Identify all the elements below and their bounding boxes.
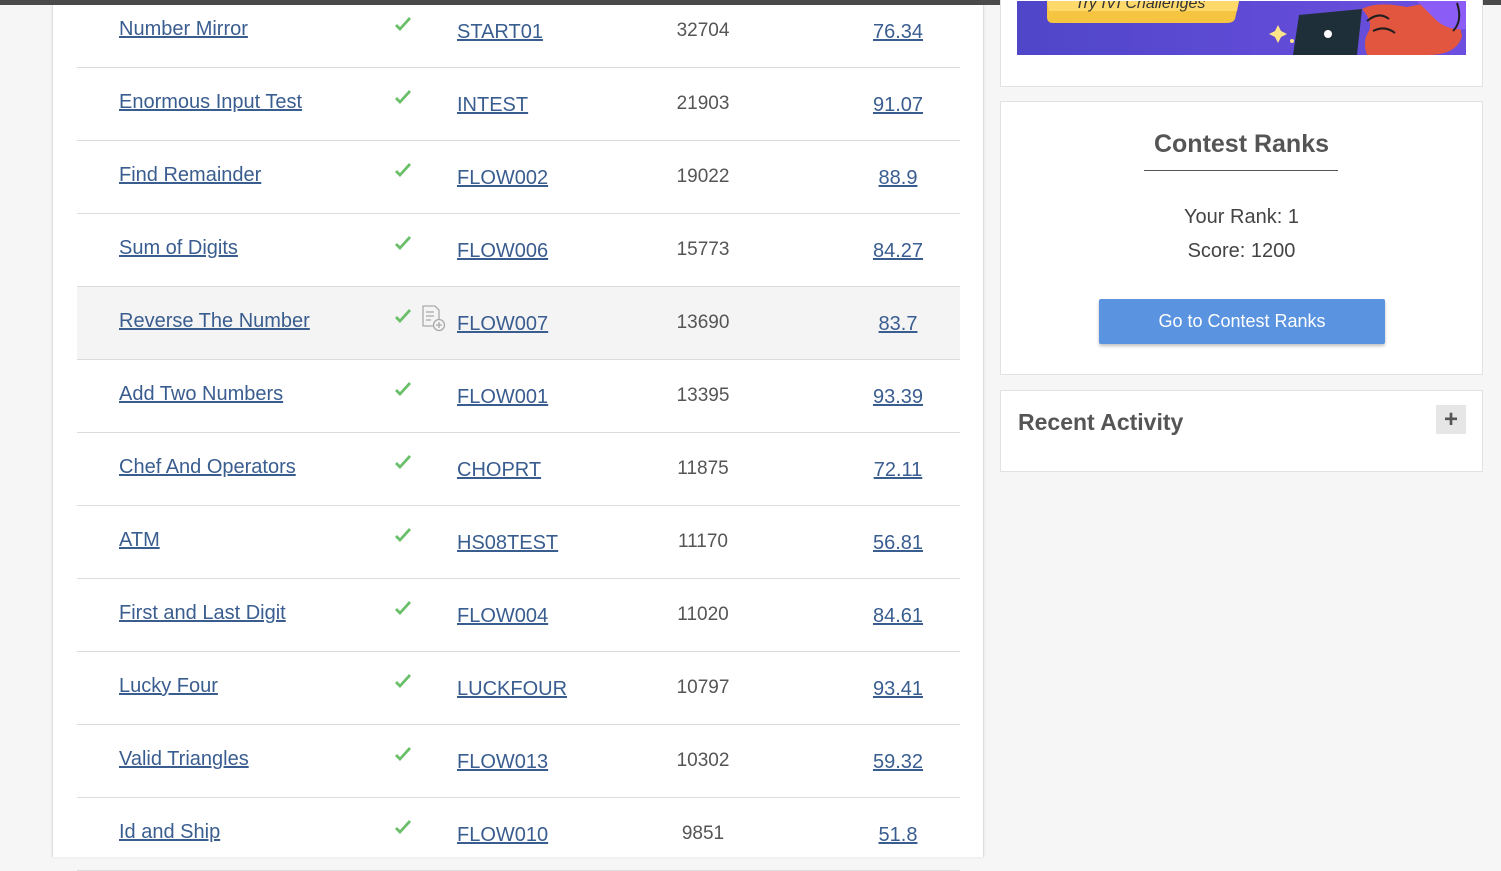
table-row: First and Last Digit FLOW004 11020 84.61 <box>77 579 960 652</box>
table-row: Reverse The Number FLOW007 13690 83.7 <box>77 287 960 360</box>
problem-code-link[interactable]: FLOW001 <box>457 386 548 409</box>
table-row: Enormous Input Test INTEST 21903 91.07 <box>77 68 960 141</box>
problem-code-link[interactable]: HS08TEST <box>457 532 558 555</box>
accuracy-link[interactable]: 51.8 <box>848 824 948 847</box>
go-to-contest-ranks-button[interactable]: Go to Contest Ranks <box>1099 299 1385 344</box>
problem-code-link[interactable]: FLOW002 <box>457 167 548 190</box>
accuracy-link[interactable]: 93.39 <box>848 386 948 409</box>
problem-code-link[interactable]: FLOW007 <box>457 313 548 336</box>
solved-check-icon <box>395 17 411 31</box>
table-row: Valid Triangles FLOW013 10302 59.32 <box>77 725 960 798</box>
problem-name-link[interactable]: Lucky Four <box>119 675 218 698</box>
promo-banner-card: Try IVI Challenges <box>1000 0 1483 87</box>
recent-activity-card: Recent Activity + <box>1000 390 1483 472</box>
your-rank: Your Rank: 1 <box>1184 206 1299 228</box>
problem-code-link[interactable]: START01 <box>457 21 543 44</box>
table-row: ATM HS08TEST 11170 56.81 <box>77 506 960 579</box>
accuracy-link[interactable]: 76.34 <box>848 21 948 44</box>
submissions-count: 11170 <box>677 531 728 552</box>
promo-banner-image: Try IVI Challenges <box>1017 1 1466 55</box>
accuracy-link[interactable]: 83.7 <box>848 313 948 336</box>
problem-table: Number Mirror START01 32704 76.34 Enormous I… <box>77 0 960 871</box>
table-row: Chef And Operators CHOPRT 11875 72.11 <box>77 433 960 506</box>
problem-name-link[interactable]: Enormous Input Test <box>119 91 302 114</box>
problem-name-link[interactable]: Number Mirror <box>119 18 248 41</box>
contest-ranks-title: Contest Ranks <box>1153 130 1330 158</box>
problem-code-link[interactable]: INTEST <box>457 94 528 117</box>
accuracy-link[interactable]: 91.07 <box>848 94 948 117</box>
problem-name-link[interactable]: ATM <box>119 529 160 552</box>
problem-name-link[interactable]: Id and Ship <box>119 821 220 844</box>
problem-code-link[interactable]: LUCKFOUR <box>457 678 567 701</box>
table-row: Id and Ship FLOW010 9851 51.8 <box>77 798 960 871</box>
solved-check-icon <box>395 674 411 688</box>
table-row: Lucky Four LUCKFOUR 10797 93.41 <box>77 652 960 725</box>
accuracy-link[interactable]: 56.81 <box>848 532 948 555</box>
submissions-count: 15773 <box>676 239 730 260</box>
accuracy-link[interactable]: 84.27 <box>848 240 948 263</box>
accuracy-link[interactable]: 93.41 <box>848 678 948 701</box>
problem-code-link[interactable]: FLOW004 <box>457 605 548 628</box>
accuracy-link[interactable]: 84.61 <box>848 605 948 628</box>
problem-code-link[interactable]: FLOW013 <box>457 751 548 774</box>
solved-check-icon <box>395 309 411 323</box>
solved-check-icon <box>395 163 411 177</box>
submissions-count: 21903 <box>676 93 730 114</box>
expand-plus-icon[interactable]: + <box>1436 405 1466 434</box>
solved-check-icon <box>395 601 411 615</box>
contest-ranks-card: Contest Ranks Your Rank: 1 Score: 1200 G… <box>1000 101 1483 375</box>
solved-check-icon <box>395 747 411 761</box>
problem-name-link[interactable]: Valid Triangles <box>119 748 249 771</box>
table-row: Add Two Numbers FLOW001 13395 93.39 <box>77 360 960 433</box>
practice-problems-panel: Number Mirror START01 32704 76.34 Enormous I… <box>52 5 984 871</box>
submissions-count: 13690 <box>676 312 730 333</box>
recent-activity-title: Recent Activity <box>1018 409 1184 435</box>
title-underline <box>1144 170 1338 171</box>
submissions-count: 10797 <box>676 677 730 698</box>
solved-check-icon <box>395 382 411 396</box>
accuracy-link[interactable]: 88.9 <box>848 167 948 190</box>
solved-check-icon <box>395 455 411 469</box>
solved-check-icon <box>395 90 411 104</box>
submissions-count: 9851 <box>681 823 725 844</box>
problem-name-link[interactable]: Sum of Digits <box>119 237 238 260</box>
solved-check-icon <box>395 236 411 250</box>
problem-code-link[interactable]: CHOPRT <box>457 459 541 482</box>
submissions-count: 11020 <box>677 604 729 625</box>
submissions-count: 19022 <box>676 166 730 187</box>
table-row: Find Remainder FLOW002 19022 88.9 <box>77 141 960 214</box>
accuracy-link[interactable]: 72.11 <box>848 459 948 482</box>
add-note-icon[interactable] <box>420 304 446 332</box>
submissions-count: 11875 <box>677 458 729 479</box>
score: Score: 1200 <box>1187 240 1296 262</box>
table-row: Sum of Digits FLOW006 15773 84.27 <box>77 214 960 287</box>
problem-code-link[interactable]: FLOW010 <box>457 824 548 847</box>
submissions-count: 13395 <box>676 385 730 406</box>
solved-check-icon <box>395 820 411 834</box>
submissions-count: 32704 <box>676 20 730 41</box>
problem-name-link[interactable]: Find Remainder <box>119 164 261 187</box>
banner-text: Try IVI Challenges <box>1075 1 1205 12</box>
solved-check-icon <box>395 528 411 542</box>
problem-name-link[interactable]: Add Two Numbers <box>119 383 283 406</box>
promo-banner[interactable]: Try IVI Challenges <box>1017 1 1466 55</box>
problem-name-link[interactable]: Reverse The Number <box>119 310 310 333</box>
problem-code-link[interactable]: FLOW006 <box>457 240 548 263</box>
accuracy-link[interactable]: 59.32 <box>848 751 948 774</box>
table-row: Number Mirror START01 32704 76.34 <box>77 0 960 68</box>
problem-name-link[interactable]: Chef And Operators <box>119 456 296 479</box>
problem-name-link[interactable]: First and Last Digit <box>119 602 286 625</box>
submissions-count: 10302 <box>676 750 730 771</box>
